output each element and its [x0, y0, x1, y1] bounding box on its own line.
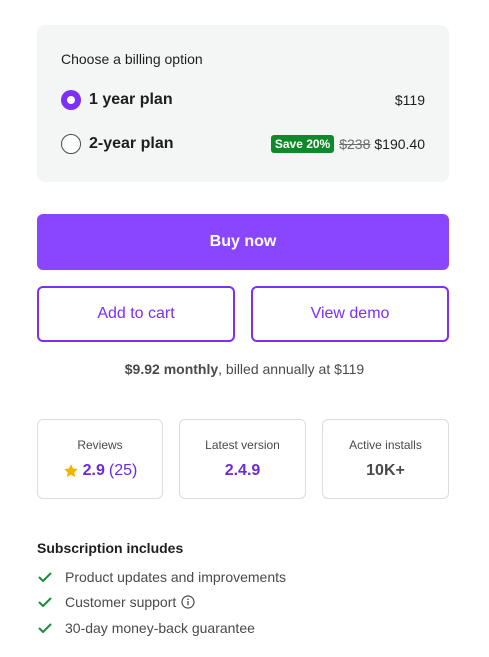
billing-title: Choose a billing option — [61, 51, 203, 67]
include-item: Customer support — [37, 592, 195, 612]
plan-name: 1 year plan — [89, 91, 173, 108]
include-item-label: Customer support — [65, 594, 177, 610]
add-to-cart-button[interactable]: Add to cart — [37, 286, 235, 342]
plan-name: 2-year plan — [89, 135, 174, 152]
installs-label: Active installs — [349, 438, 422, 452]
installs-value: 10K+ — [366, 462, 405, 479]
reviews-label: Reviews — [77, 438, 123, 452]
save-badge: Save 20% — [270, 135, 335, 153]
rating-score: 2.9 — [82, 462, 105, 479]
review-count: (25) — [108, 462, 138, 479]
info-icon[interactable] — [181, 595, 195, 609]
subscription-includes-title: Subscription includes — [37, 540, 184, 556]
billing-frequency: , billed annually at $119 — [218, 361, 365, 377]
include-item-label: Product updates and improvements — [65, 569, 287, 585]
plan-price-value: $190.40 — [374, 136, 425, 152]
plan-price: $119 — [395, 92, 425, 108]
active-installs-card: Active installs 10K+ — [322, 419, 449, 499]
latest-version-card: Latest version 2.4.9 — [179, 419, 306, 499]
include-item: 30-day money-back guarantee — [37, 618, 255, 638]
monthly-price: $9.92 monthly — [124, 361, 219, 377]
star-icon — [63, 464, 78, 477]
radio-selected-icon[interactable] — [61, 90, 81, 110]
check-icon — [38, 623, 52, 633]
plan-option-2-year[interactable]: 2-year plan Save 20% $238 $190.40 — [61, 132, 425, 156]
plan-price: Save 20% $238 $190.40 — [270, 135, 425, 153]
radio-unselected-icon[interactable] — [61, 134, 81, 154]
view-demo-button[interactable]: View demo — [251, 286, 449, 342]
plan-price-value: $119 — [394, 92, 425, 108]
rating-value: 2.9 (25) — [38, 462, 162, 480]
old-price: $238 — [339, 136, 371, 152]
version-label: Latest version — [205, 438, 280, 452]
check-icon — [38, 572, 52, 582]
plan-option-1-year[interactable]: 1 year plan $119 — [61, 88, 425, 112]
billing-options-panel: Choose a billing option 1 year plan $119… — [37, 25, 449, 182]
buy-now-button[interactable]: Buy now — [37, 214, 449, 270]
reviews-card[interactable]: Reviews 2.9 (25) — [37, 419, 163, 499]
version-value: 2.4.9 — [224, 462, 261, 479]
check-icon — [38, 597, 52, 607]
include-item-label: 30-day money-back guarantee — [65, 620, 255, 636]
include-item: Product updates and improvements — [37, 567, 286, 587]
pricing-note: $9.92 monthly, billed annually at $119 — [0, 361, 489, 377]
